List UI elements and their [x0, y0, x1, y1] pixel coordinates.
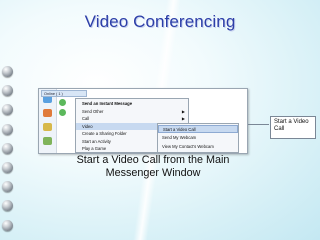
- submenu-item[interactable]: View My Contact's Webcam: [158, 143, 238, 151]
- phone-icon: [43, 137, 52, 145]
- context-menu-item-label: Start an Activity: [82, 138, 111, 144]
- messenger-screenshot: Online ( 1 ) Send an Instant Message Send…: [38, 88, 248, 154]
- submenu-arrow-icon: ▶: [181, 108, 185, 114]
- context-menu-item-label: Call: [82, 116, 90, 121]
- slide-title: Video Conferencing: [84, 12, 236, 31]
- context-menu-item[interactable]: Send Other ▶: [76, 108, 188, 115]
- messenger-side-toolbar: [39, 89, 57, 153]
- callout-connector: [248, 124, 269, 125]
- bullet-icon: [2, 200, 13, 212]
- bullet-icon: [2, 142, 13, 154]
- context-menu-item[interactable]: Send an Instant Message: [76, 100, 188, 107]
- context-menu-item-label: Create a Sharing Folder: [82, 131, 127, 136]
- bullet-column: [2, 66, 14, 239]
- people-icon: [43, 109, 52, 117]
- bullet-icon: [2, 85, 13, 97]
- bullet-icon: [2, 66, 13, 77]
- context-menu-item-label: Video: [82, 123, 93, 129]
- callout-box: Start a Video Call: [270, 116, 316, 139]
- bullet-icon: [2, 161, 13, 173]
- context-menu-item-label: Play a Game: [82, 146, 107, 151]
- submenu-item[interactable]: Start a Video Call: [158, 125, 238, 133]
- contact-status-icon: [59, 109, 66, 116]
- submenu-item[interactable]: Send My Webcam: [158, 134, 238, 142]
- contact-status-icon: [59, 99, 66, 106]
- bullet-icon: [2, 219, 13, 231]
- contact-group-header[interactable]: Online ( 1 ): [41, 90, 87, 97]
- bullet-icon: [2, 123, 13, 135]
- video-submenu: Start a Video Call Send My Webcam View My …: [157, 123, 239, 153]
- context-menu-item-label: Send an Instant Message: [82, 101, 133, 106]
- context-menu-item-label: Send Other: [82, 108, 104, 114]
- submenu-arrow-icon: ▶: [181, 116, 185, 121]
- context-menu-item[interactable]: Call ▶: [76, 115, 188, 122]
- mail-icon: [43, 123, 52, 131]
- slide-caption: Start a Video Call from the Main Messeng…: [76, 154, 230, 179]
- bullet-icon: [2, 181, 13, 193]
- bullet-icon: [2, 104, 13, 116]
